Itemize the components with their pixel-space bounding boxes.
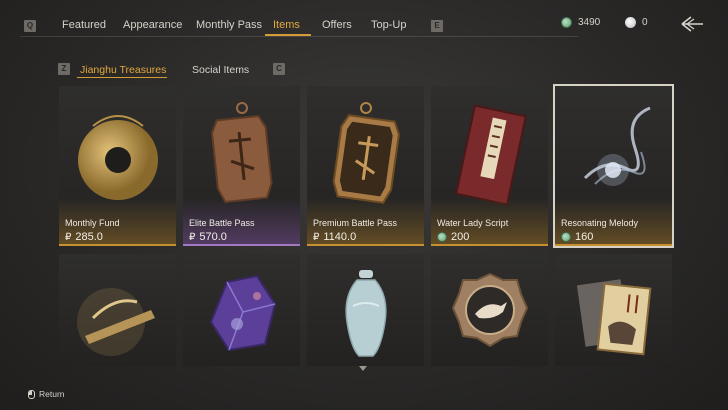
item-card-resonating-melody[interactable]: Resonating Melody 160 [553, 84, 674, 248]
gold-token-icon [332, 102, 400, 204]
item-card-row2-1[interactable] [59, 254, 176, 366]
item-card-elite-battle-pass[interactable]: Elite Battle Pass ₽570.0 [183, 86, 300, 246]
back-arrow-icon [681, 16, 703, 32]
tab-items[interactable]: Items [273, 19, 300, 31]
silver-coin-icon [625, 17, 636, 28]
bamboo-scroll-icon [77, 288, 155, 356]
painting-cards-icon [577, 279, 652, 356]
jade-balance[interactable]: 3490 [561, 17, 600, 28]
item-name: Monthly Fund [65, 218, 120, 228]
next-subtab-key-hint[interactable]: C [273, 63, 285, 75]
item-name: Elite Battle Pass [189, 218, 255, 228]
bronze-token-icon [210, 102, 273, 204]
item-card-premium-battle-pass[interactable]: Premium Battle Pass ₽1140.0 [307, 86, 424, 246]
return-hint[interactable]: Return [28, 389, 65, 399]
currency-symbol: ₽ [65, 231, 72, 243]
scroll-down-indicator[interactable] [359, 366, 367, 371]
price-value: 570.0 [199, 231, 227, 243]
jade-amount: 3490 [578, 17, 601, 28]
tab-monthly-pass[interactable]: Monthly Pass [196, 19, 262, 31]
tab-top-up[interactable]: Top-Up [371, 19, 406, 31]
red-booklet-icon [455, 104, 527, 206]
subtab-social-items[interactable]: Social Items [192, 64, 249, 76]
item-card-row2-4[interactable] [431, 254, 548, 366]
item-card-row2-3[interactable] [307, 254, 424, 366]
mouse-right-click-icon [28, 389, 35, 399]
silver-amount: 0 [642, 17, 648, 28]
price-value: 285.0 [75, 231, 103, 243]
prev-subtab-key-hint[interactable]: Z [58, 63, 70, 75]
active-subtab-indicator [77, 77, 167, 78]
tab-appearance[interactable]: Appearance [123, 19, 182, 31]
currency-symbol: ₽ [189, 231, 196, 243]
item-card-row2-2[interactable] [183, 254, 300, 366]
dove-medal-icon [451, 272, 529, 348]
prev-tab-key-hint[interactable]: Q [24, 20, 36, 32]
item-card-row2-5[interactable] [555, 254, 672, 366]
jade-coin-icon [561, 232, 571, 242]
item-price: 200 [437, 231, 469, 243]
price-value: 1140.0 [323, 231, 357, 243]
item-price: 160 [561, 231, 593, 243]
item-price: ₽285.0 [65, 231, 103, 243]
item-price: ₽1140.0 [313, 231, 356, 243]
jade-coin-icon [437, 232, 447, 242]
ancient-coin-icon [78, 115, 158, 200]
melody-wisp-icon [583, 106, 651, 186]
item-card-water-lady-script[interactable]: Water Lady Script 200 [431, 86, 548, 246]
item-name: Water Lady Script [437, 218, 509, 228]
crystal-ore-icon [209, 274, 277, 352]
item-card-monthly-fund[interactable]: Monthly Fund ₽285.0 [59, 86, 176, 246]
currency-symbol: ₽ [313, 231, 320, 243]
item-name: Resonating Melody [561, 218, 639, 228]
jade-coin-icon [561, 17, 572, 28]
top-navigation-bar: Q Featured Appearance Monthly Pass Items… [0, 0, 728, 38]
price-value: 160 [575, 231, 594, 243]
return-label: Return [39, 389, 65, 399]
silver-balance[interactable]: 0 [625, 17, 648, 28]
subtab-jianghu-treasures[interactable]: Jianghu Treasures [80, 64, 166, 76]
next-tab-key-hint[interactable]: E [431, 20, 443, 32]
item-name: Premium Battle Pass [313, 218, 398, 228]
item-price: ₽570.0 [189, 231, 227, 243]
top-divider [20, 36, 578, 37]
porcelain-vase-icon [345, 270, 387, 357]
tab-featured[interactable]: Featured [62, 19, 106, 31]
price-value: 200 [451, 231, 470, 243]
back-button[interactable] [679, 13, 705, 35]
tab-offers[interactable]: Offers [322, 19, 352, 31]
